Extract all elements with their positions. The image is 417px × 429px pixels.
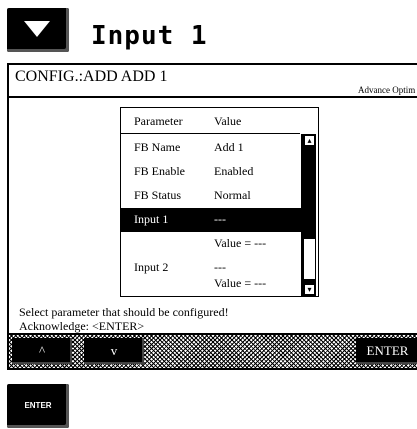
column-header-parameter: Parameter — [134, 114, 183, 128]
instruction-text: Select parameter that should be configur… — [19, 305, 229, 319]
header: Input 1 — [7, 8, 417, 58]
row-value: Value = --- — [214, 236, 267, 250]
row-parameter: FB Status — [134, 188, 182, 202]
row-parameter: FB Enable — [134, 164, 185, 178]
row-value: Normal — [214, 188, 251, 202]
chevron-down-icon[interactable] — [7, 8, 69, 52]
screen-title: CONFIG.:ADD ADD 1 — [15, 68, 168, 85]
table-row[interactable]: Value = --- — [121, 272, 301, 294]
up-softkey[interactable]: ^ — [12, 338, 72, 364]
column-header-value: Value — [214, 114, 242, 128]
row-value: Enabled — [214, 164, 254, 178]
acknowledge-text: Acknowledge: <ENTER> — [19, 319, 145, 333]
table-row[interactable]: FB Name Add 1 — [121, 136, 301, 160]
table-row[interactable]: Value = --- — [121, 232, 301, 256]
row-value: Add 1 — [214, 140, 244, 154]
row-value: Value = --- — [214, 276, 267, 290]
softkey-bar: ^ v ENTER — [9, 333, 417, 368]
device-screen: CONFIG.:ADD ADD 1 Advance Optim Paramete… — [7, 63, 417, 370]
scroll-thumb[interactable] — [304, 239, 315, 279]
table-row[interactable]: FB Status Normal — [121, 184, 301, 208]
scrollbar[interactable]: ▴ ▾ — [301, 134, 316, 296]
title-divider — [9, 96, 417, 98]
parameter-table: Parameter Value FB Name Add 1 FB Enable … — [120, 107, 319, 297]
row-parameter: Input 1 — [134, 212, 169, 226]
header-divider — [121, 133, 300, 134]
row-value: --- — [214, 212, 226, 226]
scroll-down-icon[interactable]: ▾ — [304, 284, 315, 295]
enter-button[interactable]: ENTER — [7, 384, 69, 428]
table-row-selected[interactable]: Input 1 --- — [121, 208, 301, 232]
page-title: Input 1 — [91, 21, 208, 51]
screen-tag: Advance Optim — [358, 85, 416, 95]
down-softkey[interactable]: v — [84, 338, 144, 364]
table-row[interactable]: FB Enable Enabled — [121, 160, 301, 184]
enter-softkey[interactable]: ENTER — [356, 338, 417, 364]
row-parameter: FB Name — [134, 140, 181, 154]
scroll-up-icon[interactable]: ▴ — [304, 135, 315, 146]
